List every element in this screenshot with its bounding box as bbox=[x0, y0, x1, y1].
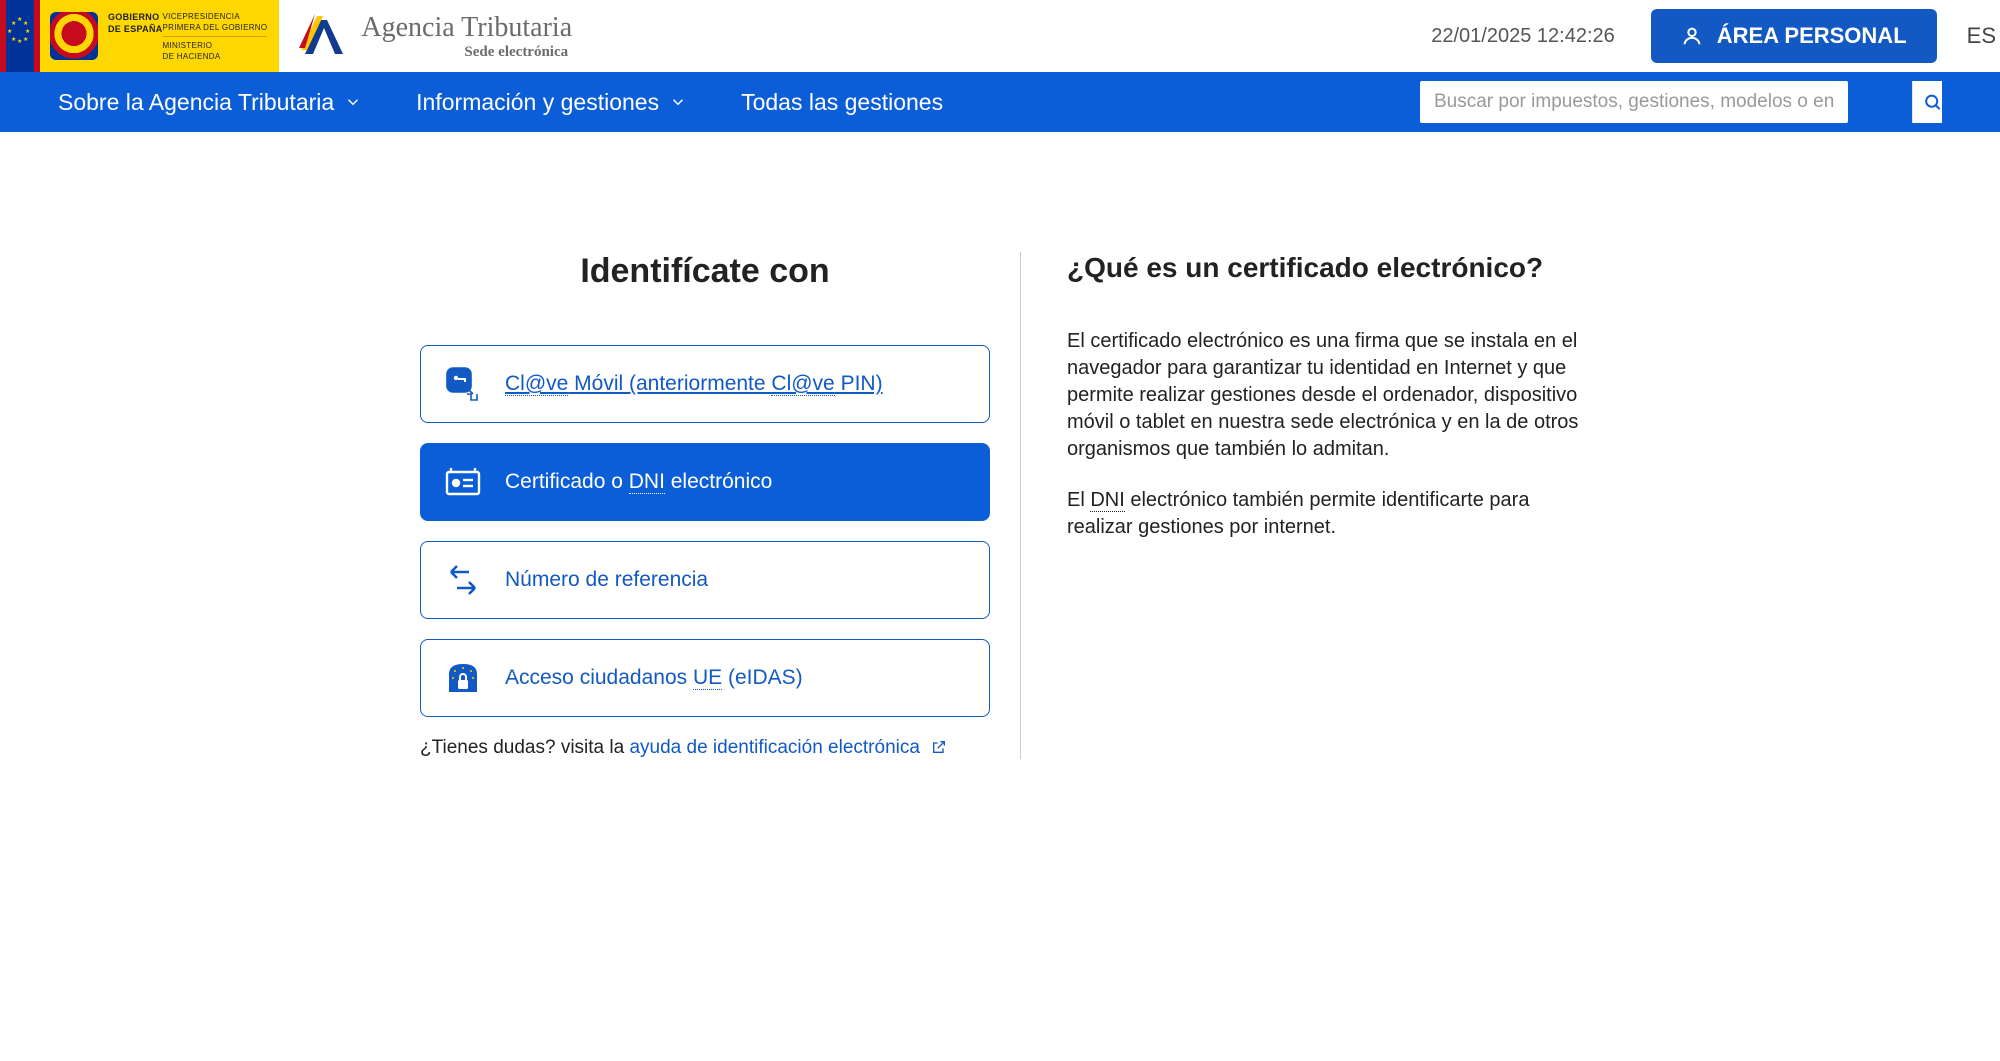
main-content: Identifícate con Cl@ve Móvil (anteriorme… bbox=[0, 132, 2000, 759]
govt-text: GOBIERNO DE ESPAÑA VICEPRESIDENCIA PRIME… bbox=[108, 12, 267, 61]
nav-label: Todas las gestiones bbox=[741, 89, 943, 116]
help-line: ¿Tienes dudas? visita la ayuda de identi… bbox=[420, 737, 990, 759]
auth-label-clave: Cl@ve Móvil (anteriormente Cl@ve PIN) bbox=[505, 372, 883, 396]
area-personal-label: ÁREA PERSONAL bbox=[1717, 23, 1907, 49]
govt-line3a: MINISTERIO bbox=[163, 41, 268, 50]
agencia-mark-icon bbox=[299, 14, 347, 58]
reference-icon bbox=[443, 560, 483, 600]
header-top: ★★ ★★ ★★ ★★ GOBIERNO DE ESPAÑA VICEPRESI… bbox=[0, 0, 2000, 72]
eu-lock-icon bbox=[443, 658, 483, 698]
auth-option-clave[interactable]: Cl@ve Móvil (anteriormente Cl@ve PIN) bbox=[420, 345, 990, 423]
clave-icon bbox=[443, 364, 483, 404]
govt-line3b: DE HACIENDA bbox=[163, 52, 268, 61]
govt-line2a: VICEPRESIDENCIA bbox=[163, 12, 268, 21]
info-paragraph-2: El DNI electrónico también permite ident… bbox=[1067, 487, 1580, 541]
auth-label-eidas: Acceso ciudadanos UE (eIDAS) bbox=[505, 666, 803, 690]
search-button[interactable] bbox=[1912, 81, 1942, 123]
govt-badge: ★★ ★★ ★★ ★★ GOBIERNO DE ESPAÑA VICEPRESI… bbox=[0, 0, 279, 72]
identify-column: Identifícate con Cl@ve Móvil (anteriorme… bbox=[420, 252, 1020, 759]
govt-line1a: GOBIERNO bbox=[108, 12, 163, 22]
auth-label-certificado: Certificado o DNI electrónico bbox=[505, 470, 772, 494]
help-link[interactable]: ayuda de identificación electrónica bbox=[629, 737, 919, 758]
person-icon bbox=[1681, 25, 1703, 47]
coat-of-arms-icon bbox=[50, 12, 98, 60]
agencia-subtitle: Sede electrónica bbox=[361, 44, 572, 61]
area-personal-button[interactable]: ÁREA PERSONAL bbox=[1651, 9, 1937, 63]
chevron-down-icon bbox=[344, 93, 362, 111]
timestamp: 22/01/2025 12:42:26 bbox=[1431, 25, 1615, 48]
nav-item-sobre[interactable]: Sobre la Agencia Tributaria bbox=[58, 89, 362, 116]
external-link-icon bbox=[931, 739, 947, 755]
auth-label-referencia: Número de referencia bbox=[505, 568, 708, 592]
search-box[interactable] bbox=[1420, 81, 1848, 123]
auth-option-certificado[interactable]: Certificado o DNI electrónico bbox=[420, 443, 990, 521]
info-column: ¿Qué es un certificado electrónico? El c… bbox=[1020, 252, 1580, 759]
chevron-down-icon bbox=[669, 93, 687, 111]
help-prefix: ¿Tienes dudas? visita la bbox=[420, 737, 629, 758]
certificate-icon bbox=[443, 462, 483, 502]
nav-bar: Sobre la Agencia Tributaria Información … bbox=[0, 72, 2000, 132]
search-input[interactable] bbox=[1434, 91, 1834, 113]
agencia-title: Agencia Tributaria bbox=[361, 12, 572, 44]
info-paragraph-1: El certificado electrónico es una firma … bbox=[1067, 328, 1580, 463]
nav-item-todas[interactable]: Todas las gestiones bbox=[741, 89, 943, 116]
agencia-logo[interactable]: Agencia Tributaria Sede electrónica bbox=[279, 12, 592, 61]
auth-option-eidas[interactable]: Acceso ciudadanos UE (eIDAS) bbox=[420, 639, 990, 717]
info-title: ¿Qué es un certificado electrónico? bbox=[1067, 252, 1580, 284]
govt-line2b: PRIMERA DEL GOBIERNO bbox=[163, 23, 268, 32]
nav-label: Información y gestiones bbox=[416, 89, 659, 116]
nav-label: Sobre la Agencia Tributaria bbox=[58, 89, 334, 116]
identify-title: Identifícate con bbox=[420, 252, 990, 291]
search-icon bbox=[1923, 92, 1942, 112]
nav-item-informacion[interactable]: Información y gestiones bbox=[416, 89, 687, 116]
auth-option-referencia[interactable]: Número de referencia bbox=[420, 541, 990, 619]
govt-line1b: DE ESPAÑA bbox=[108, 24, 163, 34]
eu-flag-strip: ★★ ★★ ★★ ★★ bbox=[0, 0, 40, 72]
language-selector[interactable]: ES bbox=[1967, 23, 1996, 49]
